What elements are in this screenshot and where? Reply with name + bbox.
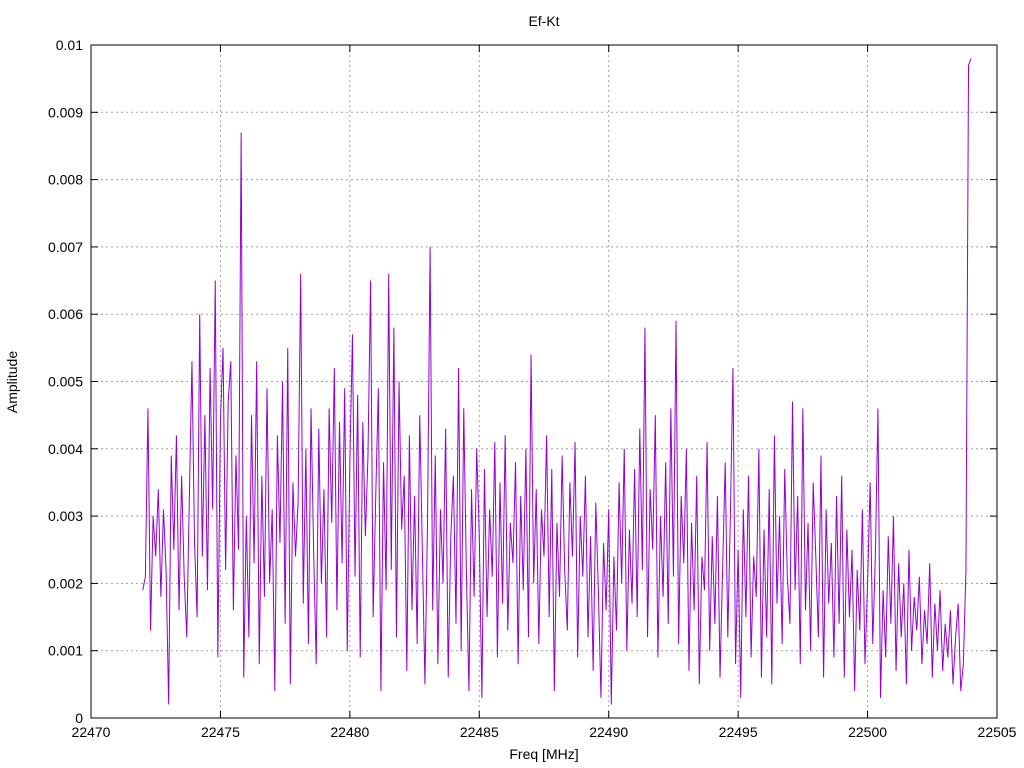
y-tick-label: 0.01: [56, 37, 83, 53]
chart-title: Ef-Kt: [528, 13, 559, 29]
y-tick-label: 0.001: [48, 643, 83, 659]
x-tick-label: 22480: [330, 724, 369, 740]
y-tick-label: 0.007: [48, 239, 83, 255]
y-tick-label: 0: [75, 710, 83, 726]
y-tick-label: 0.005: [48, 374, 83, 390]
x-tick-label: 22470: [72, 724, 111, 740]
y-tick-label: 0.003: [48, 508, 83, 524]
y-tick-label: 0.004: [48, 441, 83, 457]
y-tick-label: 0.006: [48, 306, 83, 322]
grid: [91, 45, 997, 718]
y-axis-label: Amplitude: [4, 351, 20, 413]
x-tick-label: 22505: [978, 724, 1017, 740]
y-tick-label: 0.009: [48, 104, 83, 120]
x-axis-label: Freq [MHz]: [509, 746, 578, 762]
y-tick-label: 0.002: [48, 575, 83, 591]
x-tick-label: 22495: [719, 724, 758, 740]
x-tick-label: 22485: [460, 724, 499, 740]
x-tick-label: 22500: [848, 724, 887, 740]
axes: 22470 22475 22480 22485 22490 22495 22500 22505…: [48, 37, 1017, 740]
x-tick-label: 22490: [589, 724, 628, 740]
x-tick-label: 22475: [201, 724, 240, 740]
chart: Ef-Kt Amplitude Freq [MHz] 22470 22475 224…: [4, 13, 1017, 762]
y-tick-label: 0.008: [48, 172, 83, 188]
